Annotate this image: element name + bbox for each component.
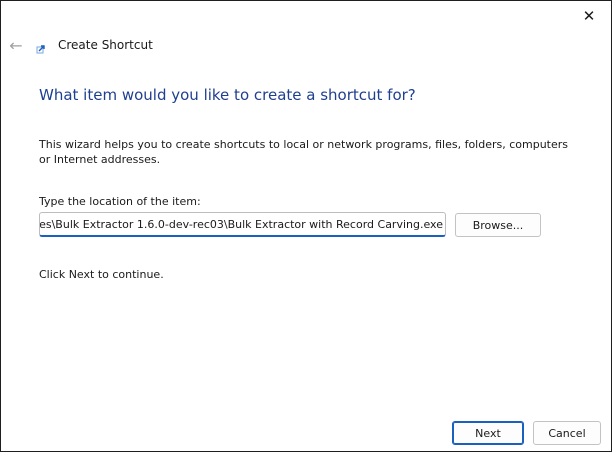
location-value: n Files\Bulk Extractor 1.6.0-dev-rec03\B… — [39, 217, 443, 231]
close-button[interactable]: ✕ — [567, 1, 611, 31]
back-arrow-icon: ← — [9, 35, 23, 55]
create-shortcut-window: ✕ ← Create Shortcut What item would you … — [0, 0, 612, 452]
back-button[interactable]: ← — [5, 33, 27, 57]
location-label: Type the location of the item: — [39, 195, 201, 208]
cancel-button[interactable]: Cancel — [533, 421, 601, 445]
next-button[interactable]: Next — [452, 421, 524, 445]
wizard-heading: What item would you like to create a sho… — [39, 86, 416, 104]
close-icon: ✕ — [582, 7, 596, 25]
location-input[interactable]: n Files\Bulk Extractor 1.6.0-dev-rec03\B… — [39, 212, 446, 237]
shortcut-arrow-icon — [36, 45, 45, 54]
browse-button[interactable]: Browse... — [455, 213, 541, 237]
continue-instruction: Click Next to continue. — [39, 268, 164, 281]
window-title: Create Shortcut — [58, 38, 153, 52]
wizard-description: This wizard helps you to create shortcut… — [39, 138, 569, 166]
